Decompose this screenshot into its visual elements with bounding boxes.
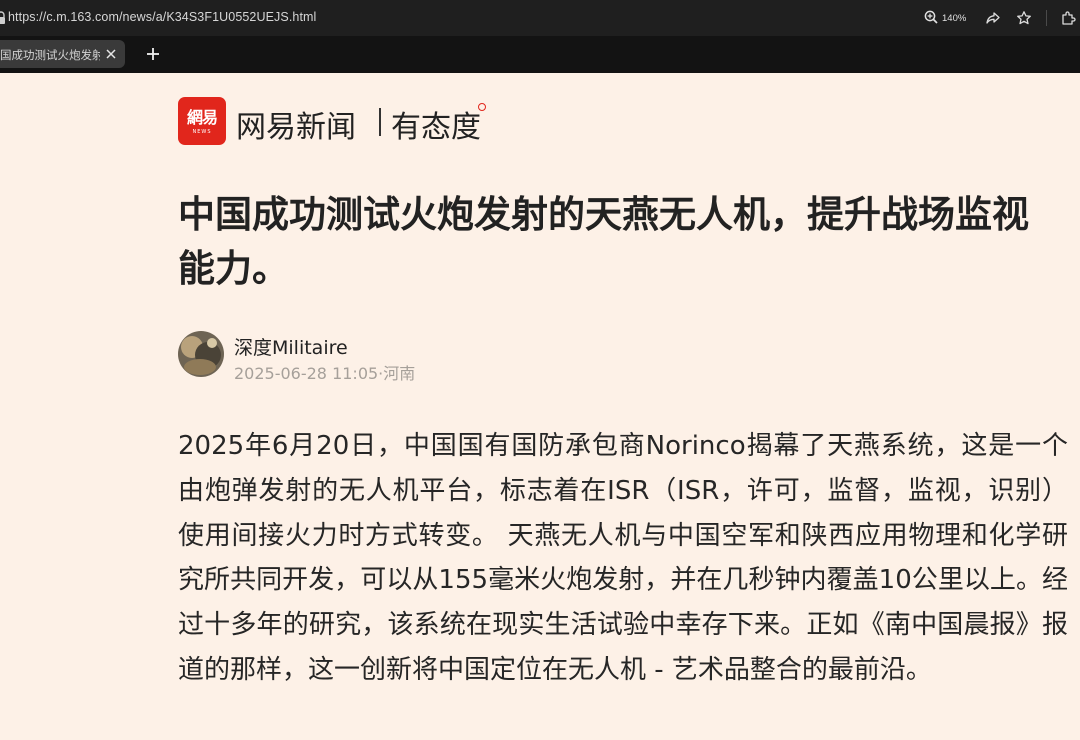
plus-icon[interactable] [145,46,161,62]
avatar[interactable] [178,331,224,377]
share-icon[interactable] [983,8,1003,28]
star-icon[interactable] [1014,8,1034,28]
tab-title: 国成功测试火炮发射的天燕无人 [0,48,100,62]
brand-divider [379,108,381,136]
article-title: 中国成功测试火炮发射的天燕无人机，提升战场监视能力。 [178,193,1029,290]
toolbar-divider [1046,10,1047,26]
brand-name[interactable]: 网易新闻 [236,102,356,146]
zoom-in-icon [924,9,938,28]
tab-bar: 国成功测试火炮发射的天燕无人 [0,36,1080,73]
lock-icon [0,10,6,24]
zoom-button[interactable]: 140% [924,9,972,27]
author-name[interactable]: 深度Militaire [234,333,348,360]
close-icon[interactable] [103,46,119,62]
brand-slogan: 有态度 [391,110,481,145]
slogan-dot-icon [478,103,486,111]
netease-news-logo[interactable]: 網易 NEWS [178,97,226,145]
publish-meta: 2025-06-28 11:05·河南 [234,364,416,383]
extensions-icon[interactable] [1058,8,1078,28]
tab-active[interactable]: 国成功测试火炮发射的天燕无人 [0,40,125,68]
url-field[interactable]: https://c.m.163.com/news/a/K34S3F1U0552U… [8,10,316,24]
logo-glyph: 網易 [186,108,218,127]
address-bar: https://c.m.163.com/news/a/K34S3F1U0552U… [0,0,1080,36]
article-body: 2025年6月20日，中国国有国防承包商Norinco揭幕了天燕系统，这是一个由… [178,431,1069,685]
zoom-level-label: 140% [942,12,967,24]
logo-subtext: NEWS [192,129,212,135]
